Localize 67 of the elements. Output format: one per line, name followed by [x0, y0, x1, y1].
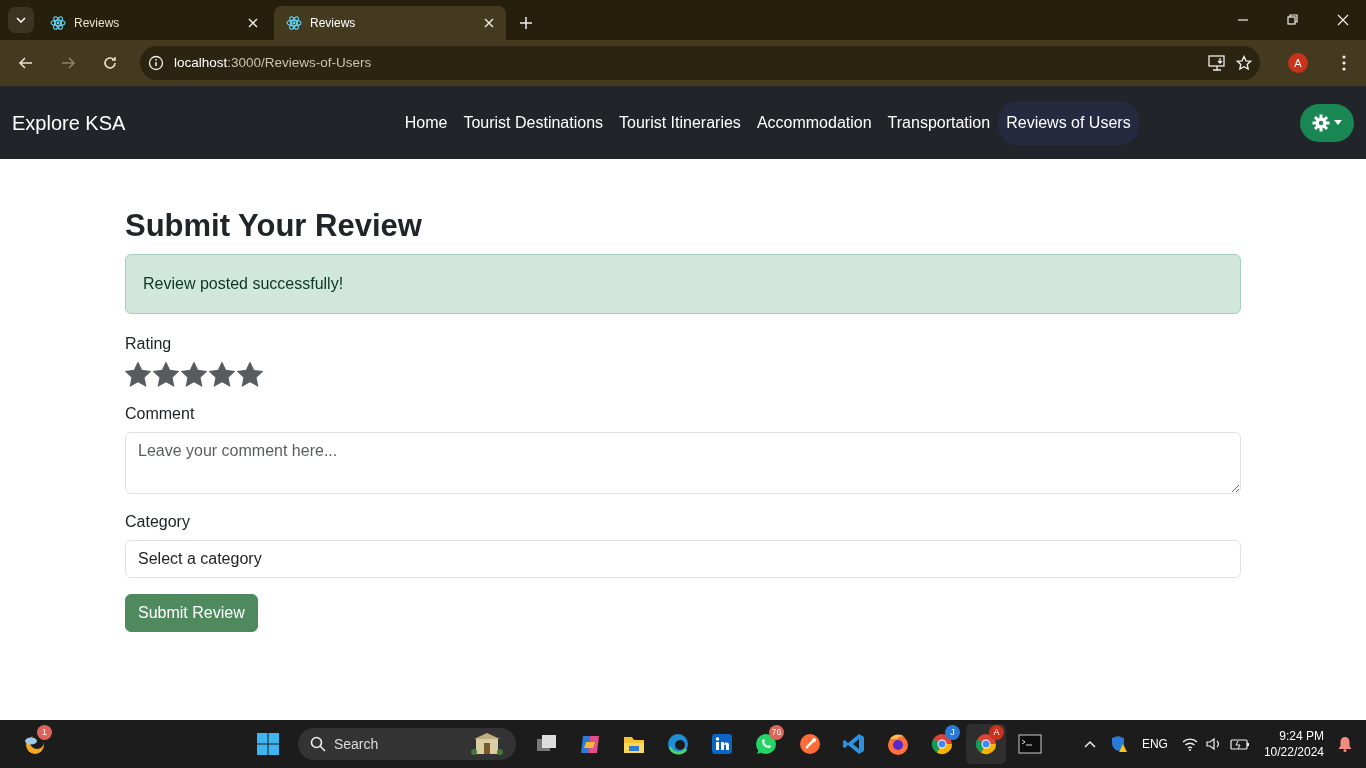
field-label: Rating	[125, 334, 172, 355]
info-icon[interactable]	[148, 55, 164, 71]
field-label: Comment	[125, 404, 195, 425]
star-rating[interactable]	[125, 362, 263, 389]
nav-link[interactable]: Accommodation	[748, 100, 880, 145]
react-icon	[50, 15, 66, 31]
notification-badge: 76	[768, 725, 784, 740]
nav-link[interactable]: Tourist Itineraries	[611, 100, 749, 145]
volume-icon[interactable]	[1205, 737, 1222, 751]
clock-date[interactable]: 10/22/2024	[1263, 744, 1324, 761]
chevron-up-icon[interactable]	[1083, 740, 1096, 748]
battery-icon[interactable]	[1229, 737, 1250, 751]
caret-icon	[1334, 120, 1342, 125]
bell-icon[interactable]	[1338, 736, 1352, 752]
browser-tab[interactable]: Reviews	[38, 6, 270, 40]
edge-icon	[665, 732, 690, 756]
wifi-icon[interactable]	[1181, 737, 1198, 751]
submit-button[interactable]: Submit Review	[125, 594, 258, 633]
search-field[interactable]: Search	[297, 728, 516, 760]
restore-icon[interactable]	[1287, 14, 1299, 26]
nav-link[interactable]: Tourist Destinations	[455, 100, 612, 145]
success-alert: Review posted successfully!	[125, 254, 1241, 315]
notification-badge: 1	[37, 725, 52, 740]
code-editor-icon	[841, 732, 866, 756]
nav-link[interactable]: Home	[396, 100, 456, 145]
nav-link[interactable]: Reviews of Users	[998, 100, 1139, 145]
star-icon[interactable]	[153, 362, 179, 389]
shield-warning-icon[interactable]	[1109, 735, 1128, 753]
notification-badge: A	[988, 725, 1004, 740]
forward-icon[interactable]	[60, 55, 76, 71]
new-tab-icon[interactable]	[520, 17, 532, 29]
terminal-icon	[1017, 732, 1042, 756]
more-icon[interactable]	[1342, 55, 1346, 71]
close-icon[interactable]	[248, 18, 258, 28]
notification-badge: J	[944, 725, 960, 740]
linkedin-icon	[709, 732, 734, 756]
page-heading: Submit Your Review	[125, 207, 423, 245]
clock-time[interactable]: 9:24 PM	[1263, 727, 1324, 744]
settings-button[interactable]	[1300, 103, 1354, 142]
chevron-down-icon	[16, 17, 26, 23]
star-icon[interactable]	[209, 362, 235, 389]
nav-link[interactable]: Transportation	[879, 100, 999, 145]
building-icon	[469, 732, 504, 756]
profile-avatar[interactable]: A	[1288, 53, 1308, 73]
taskbar-app[interactable]: J	[921, 724, 962, 764]
language-indicator[interactable]: ENG	[1141, 735, 1168, 753]
comment-field[interactable]: Leave your comment here...	[125, 432, 1241, 495]
tab-list-button[interactable]	[8, 7, 34, 33]
close-icon[interactable]	[1337, 14, 1349, 26]
star-icon[interactable]	[181, 362, 207, 389]
close-icon[interactable]	[484, 18, 494, 28]
search-icon	[309, 736, 326, 752]
star-icon[interactable]	[237, 362, 263, 389]
star-icon[interactable]	[125, 362, 151, 389]
firefox-icon	[885, 732, 910, 756]
windows-icon	[255, 732, 280, 756]
reload-icon[interactable]	[102, 55, 118, 71]
field-label: Category	[125, 512, 190, 533]
brand-link[interactable]: Explore KSA	[12, 107, 126, 138]
back-icon[interactable]	[18, 55, 34, 71]
settings-icon	[1312, 113, 1330, 132]
taskbar-app[interactable]: A	[965, 724, 1006, 764]
browser-tab[interactable]: Reviews	[274, 6, 506, 40]
react-icon	[286, 15, 302, 31]
address-bar[interactable]: localhost:3000/Reviews-of-Users	[140, 46, 1260, 80]
category-select[interactable]: Select a category	[125, 540, 1241, 579]
install-icon[interactable]	[1208, 55, 1226, 71]
